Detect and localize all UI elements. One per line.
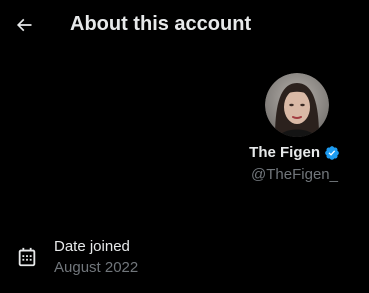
- date-joined-value: August 2022: [54, 259, 139, 276]
- verified-badge-icon[interactable]: [324, 145, 340, 161]
- page-title: About this account: [70, 13, 252, 35]
- back-button[interactable]: [10, 11, 38, 39]
- top-bar: About this account: [0, 0, 369, 52]
- avatar[interactable]: [265, 73, 329, 137]
- profile-name-row: The Figen: [249, 144, 340, 161]
- calendar-icon: [18, 247, 36, 267]
- date-joined-row: Date joined August 2022: [16, 236, 356, 280]
- profile-handle: @TheFigen_: [251, 166, 338, 183]
- date-joined-label: Date joined: [54, 238, 130, 255]
- display-name: The Figen: [249, 144, 320, 161]
- arrow-left-icon: [16, 18, 32, 32]
- profile-photo: [265, 73, 329, 137]
